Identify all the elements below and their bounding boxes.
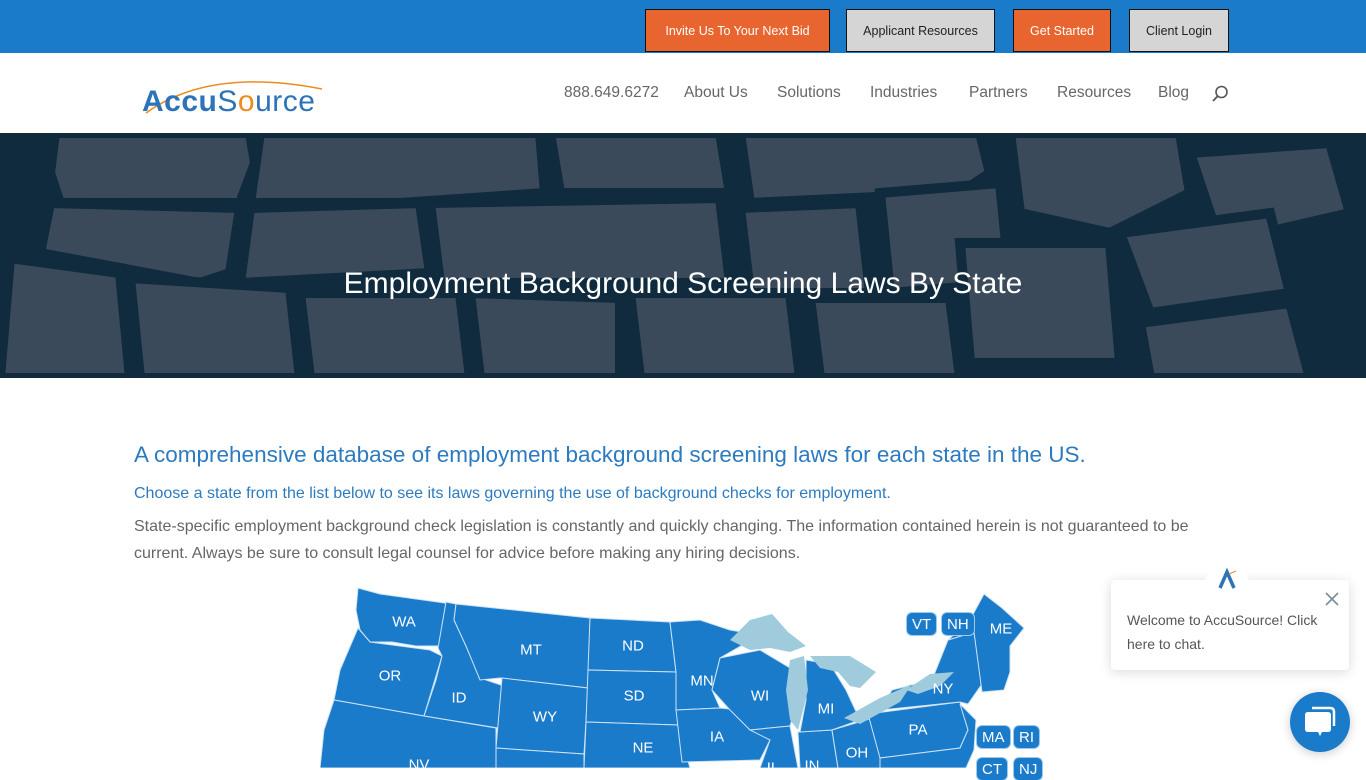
nav-resources[interactable]: Resources <box>1057 84 1131 102</box>
nav-industries[interactable]: Industries <box>870 84 937 102</box>
state-pa[interactable]: PA <box>909 722 928 739</box>
state-id[interactable]: ID <box>452 690 467 707</box>
state-il[interactable]: IL <box>767 760 780 777</box>
state-in[interactable]: IN <box>805 758 820 775</box>
state-nh[interactable]: NH <box>942 613 974 635</box>
state-or[interactable]: OR <box>379 668 402 685</box>
logo-accu: Accu <box>142 85 218 118</box>
nav-partners[interactable]: Partners <box>969 84 1028 102</box>
state-ct[interactable]: CT <box>977 758 1007 780</box>
nav-about-us[interactable]: About Us <box>684 84 748 102</box>
hero-map-background <box>0 133 1357 378</box>
accusource-a-icon <box>1218 567 1237 589</box>
logo-s: S <box>217 85 238 118</box>
state-nd[interactable]: ND <box>622 638 644 655</box>
state-ma[interactable]: MA <box>977 726 1010 748</box>
state-wi[interactable]: WI <box>751 688 769 705</box>
intro-subheading: Choose a state from the list below to se… <box>134 485 891 502</box>
accusource-logo[interactable]: AccuSource <box>140 67 330 119</box>
disclaimer-paragraph: State-specific employment background che… <box>134 518 1189 562</box>
state-wa[interactable]: WA <box>392 614 416 631</box>
hero-banner: Employment Background Screening Laws By … <box>0 133 1366 378</box>
state-wy[interactable]: WY <box>533 709 557 726</box>
nav-blog[interactable]: Blog <box>1158 84 1189 102</box>
intro-heading: A comprehensive database of employment b… <box>134 442 1086 467</box>
state-nj[interactable]: NJ <box>1014 758 1043 780</box>
state-me[interactable]: ME <box>990 621 1013 638</box>
logo-urce: urce <box>255 85 316 118</box>
logo-o: o <box>237 85 256 118</box>
chat-welcome-message[interactable]: Welcome to AccuSource! Click here to cha… <box>1127 608 1327 656</box>
chat-agent-avatar <box>1205 562 1249 596</box>
lake-superior <box>730 614 806 652</box>
state-ne[interactable]: NE <box>633 740 654 757</box>
applicant-resources-button[interactable]: Applicant Resources <box>846 9 995 52</box>
nav-solutions[interactable]: Solutions <box>777 84 841 102</box>
close-icon[interactable] <box>1324 591 1340 607</box>
us-states-map: WA OR ID MT WY ND SD NE NV MN IA WI MI I… <box>320 580 1050 780</box>
state-mn[interactable]: MN <box>690 673 713 690</box>
state-sd[interactable]: SD <box>624 688 645 705</box>
chat-launcher-button[interactable] <box>1290 692 1350 752</box>
page-title: Employment Background Screening Laws By … <box>343 267 1023 300</box>
state-oh[interactable]: OH <box>846 745 869 762</box>
client-login-button[interactable]: Client Login <box>1129 9 1229 52</box>
main-header: AccuSource 888.649.6272 About Us Solutio… <box>0 53 1366 133</box>
map-shapes <box>320 587 1025 768</box>
state-nv[interactable]: NV <box>409 757 430 774</box>
state-vt[interactable]: VT <box>907 613 937 635</box>
logo-wordmark: AccuSource <box>142 85 315 119</box>
invite-us-to-bid-button[interactable]: Invite Us To Your Next Bid <box>645 9 830 52</box>
state-mi[interactable]: MI <box>818 701 835 718</box>
search-icon[interactable] <box>1211 85 1229 103</box>
top-utility-bar: Invite Us To Your Next Bid Applicant Res… <box>0 0 1366 53</box>
chat-bubble-icon <box>1305 706 1336 736</box>
state-mt[interactable]: MT <box>520 642 542 659</box>
nav-phone-link[interactable]: 888.649.6272 <box>564 84 659 102</box>
get-started-button[interactable]: Get Started <box>1013 9 1111 52</box>
state-ri[interactable]: RI <box>1014 726 1039 748</box>
state-ia[interactable]: IA <box>710 729 724 746</box>
state-ny[interactable]: NY <box>933 681 954 698</box>
